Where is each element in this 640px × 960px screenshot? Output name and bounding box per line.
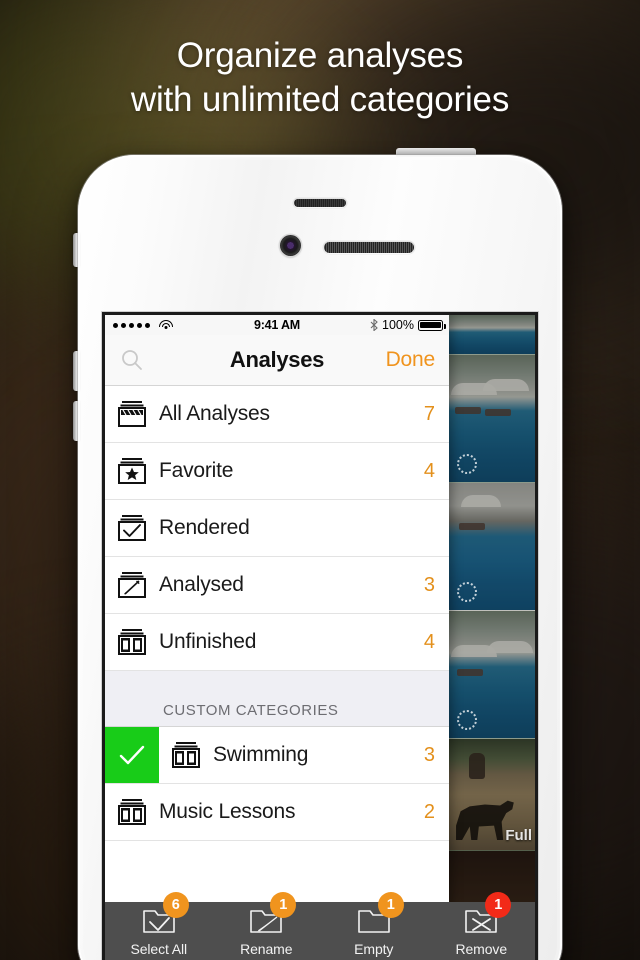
- bottom-toolbar: Select All 6 Rename 1 Empty 1 Remove 1: [105, 892, 536, 960]
- navigation-bar: Analyses Done: [105, 335, 449, 386]
- power-button[interactable]: [396, 148, 476, 157]
- battery-full-icon: [418, 319, 446, 331]
- section-header-custom-categories: CUSTOM CATEGORIES: [105, 671, 449, 727]
- list-item-swimming[interactable]: Swimming 3: [105, 727, 449, 784]
- battery-percent: 100%: [382, 318, 414, 332]
- photo-list-background[interactable]: Full: [449, 315, 535, 960]
- star-box-icon: [105, 457, 159, 485]
- loading-spinner-icon: [457, 710, 477, 730]
- list-item-favorite[interactable]: Favorite 4: [105, 443, 449, 500]
- list-item-label: Favorite: [159, 459, 234, 482]
- done-button[interactable]: Done: [386, 348, 436, 372]
- list-item-analysed[interactable]: Analysed 3: [105, 557, 449, 614]
- toolbar-label: Remove: [455, 941, 508, 957]
- check-icon[interactable]: [105, 727, 159, 783]
- photo-full-label: Full: [505, 827, 532, 844]
- photo-thumbnail[interactable]: [449, 355, 535, 483]
- list-item-label: Analysed: [159, 573, 244, 596]
- list-item-rendered[interactable]: Rendered: [105, 500, 449, 557]
- categories-list[interactable]: All Analyses 7 Favorite 4 Rendered Analy…: [105, 386, 449, 960]
- list-item-count: 4: [423, 630, 435, 653]
- clapperboard-icon: [105, 400, 159, 428]
- headline-line-1: Organize analyses: [176, 36, 464, 75]
- list-item-all-analyses[interactable]: All Analyses 7: [105, 386, 449, 443]
- select-all-button[interactable]: Select All 6: [105, 892, 213, 957]
- list-item-count: 2: [423, 800, 435, 823]
- list-item-label: Rendered: [159, 516, 250, 539]
- list-item-music-lessons[interactable]: Music Lessons 2: [105, 784, 449, 841]
- photo-thumbnail[interactable]: [449, 483, 535, 611]
- list-item-unfinished[interactable]: Unfinished 4: [105, 614, 449, 671]
- phone-mockup: Full 9:41 AM 100% Analyses Done All Anal…: [73, 148, 562, 960]
- badge-count: 1: [485, 892, 512, 918]
- search-icon[interactable]: [105, 348, 159, 372]
- remove-button[interactable]: Remove 1: [428, 892, 536, 957]
- loading-spinner-icon: [457, 454, 477, 474]
- wifi-icon: [159, 319, 173, 331]
- front-camera-icon: [280, 235, 301, 256]
- volume-up-button[interactable]: [73, 351, 80, 391]
- photo-thumbnail[interactable]: [449, 611, 535, 739]
- rename-button[interactable]: Rename 1: [213, 892, 321, 957]
- signal-strength-icon: [113, 322, 150, 328]
- earpiece-speaker: [324, 242, 414, 253]
- status-bar: 9:41 AM 100%: [105, 315, 449, 335]
- photo-thumbnail[interactable]: Full: [449, 739, 535, 851]
- list-item-count: 3: [423, 573, 435, 596]
- phone-screen: Full 9:41 AM 100% Analyses Done All Anal…: [105, 315, 535, 960]
- badge-count: 1: [377, 892, 404, 918]
- empty-button[interactable]: Empty 1: [320, 892, 428, 957]
- toolbar-label: Empty: [354, 941, 394, 957]
- filmstrip-icon: [105, 798, 159, 826]
- headline-line-2: with unlimited categories: [130, 80, 510, 119]
- proximity-sensor: [294, 199, 346, 207]
- categories-panel: 9:41 AM 100% Analyses Done All Analyses …: [105, 315, 449, 960]
- checkbox-box-icon: [105, 514, 159, 542]
- list-item-label: Unfinished: [159, 630, 257, 653]
- filmstrip-icon: [105, 628, 159, 656]
- badge-count: 6: [162, 892, 189, 918]
- volume-down-button[interactable]: [73, 401, 80, 441]
- silent-switch[interactable]: [73, 233, 80, 267]
- list-item-count: 7: [423, 402, 435, 425]
- pencil-box-icon: [105, 571, 159, 599]
- loading-spinner-icon: [457, 582, 477, 602]
- toolbar-label: Rename: [240, 941, 293, 957]
- list-item-label: Music Lessons: [159, 800, 296, 823]
- toolbar-label: Select All: [130, 941, 188, 957]
- headline: Organize analyses with unlimited categor…: [0, 34, 640, 122]
- bluetooth-icon: [370, 319, 378, 331]
- list-item-label: Swimming: [213, 743, 309, 766]
- badge-count: 1: [270, 892, 297, 918]
- photo-thumbnail[interactable]: [449, 315, 535, 355]
- list-item-count: 3: [423, 743, 435, 766]
- list-item-label: All Analyses: [159, 402, 270, 425]
- list-item-count: 4: [423, 459, 435, 482]
- filmstrip-icon: [159, 741, 213, 769]
